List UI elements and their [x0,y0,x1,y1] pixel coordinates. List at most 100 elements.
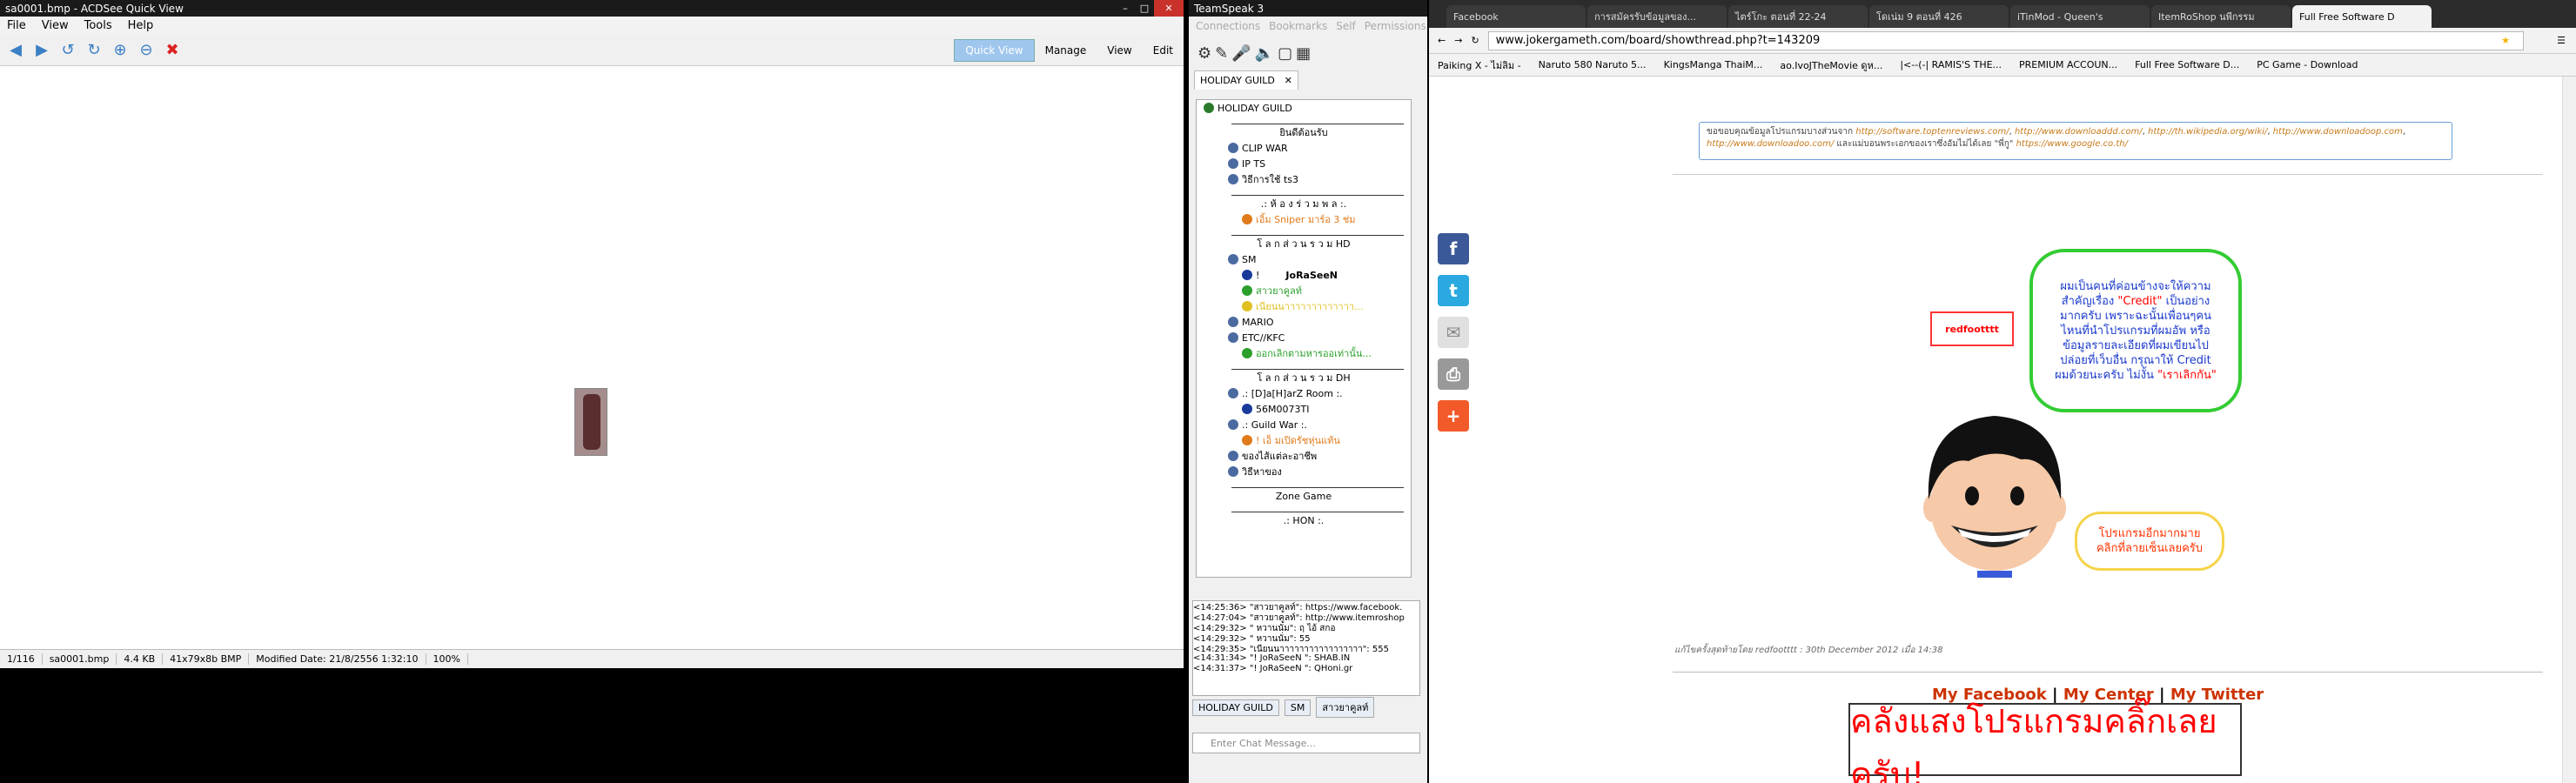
bookmark-item[interactable]: |<--(-| RAMIS'S THE... [1900,59,2002,70]
tree-item[interactable]: .: [D]a[H]arZ Room :. [1197,385,1411,401]
tree-item[interactable]: Zone Game [1197,488,1411,504]
mute-mic-icon[interactable]: 🎤 [1231,44,1251,63]
tree-item[interactable]: CLIP WAR [1197,140,1411,156]
image-viewport[interactable] [0,66,1184,649]
delete-icon[interactable]: ✖ [162,40,183,61]
bookmark-item[interactable]: Paiking X - ไม่ลิม - [1438,57,1521,73]
tab-youtube-3[interactable]: โดเน่ม 9 ตอนที่ 426 [1869,5,2009,28]
forward-icon[interactable]: → [1454,35,1462,46]
tree-item[interactable]: วิธีหาของ [1197,464,1411,479]
bookmark-item[interactable]: ao.IvoJTheMovie ดูห... [1780,57,1882,73]
rotate-right-icon[interactable]: ↻ [84,40,104,61]
print-icon[interactable]: ⎙ [1438,358,1469,390]
chat-tab-server[interactable]: HOLIDAY GUILD [1192,699,1279,716]
mute-speaker-icon[interactable]: 🔈 [1255,44,1274,63]
tree-item[interactable]: เนียนนาาาาาาาาาาาาา... [1197,298,1411,314]
menu-view[interactable]: View [42,19,69,32]
teamspeak-titlebar[interactable]: TeamSpeak 3 [1189,0,1427,17]
channel-tree[interactable]: HOLIDAY GUILD ยินดีต้อนรับ CLIP WAR IP TS วิ… [1196,99,1412,578]
tree-item[interactable]: ETC//KFC [1197,330,1411,345]
tree-item[interactable]: ! JoRaSeeN [1197,267,1411,283]
contacts-icon[interactable]: ▢ [1278,44,1292,63]
zoom-out-icon[interactable]: ⊖ [136,40,157,61]
menu-connections[interactable]: Connections [1196,20,1260,32]
notice-link[interactable]: http://software.toptenreviews.com/ [1855,127,2009,137]
chat-tab-channel[interactable]: SM [1284,699,1311,716]
bookmark-item[interactable]: Full Free Software D... [2135,59,2239,70]
username-box[interactable]: redfootttt [1930,311,2014,346]
tree-item[interactable]: IP TS [1197,156,1411,171]
page-scrollbar[interactable] [2562,77,2576,783]
mode-manage[interactable]: Manage [1035,39,1097,62]
forward-icon[interactable]: ▶ [31,40,52,61]
menu-self[interactable]: Self [1336,20,1356,32]
back-icon[interactable]: ◀ [5,40,26,61]
tab-full-free-software[interactable]: Full Free Software D [2292,5,2432,28]
tree-item[interactable]: โ ล ก ส่ ว น ร ว ม DH [1197,370,1411,385]
mode-quick-view[interactable]: Quick View [954,38,1035,62]
chat-tab-private[interactable]: สาวยาคูลท์ [1316,697,1375,718]
tree-item[interactable]: .: Guild War :. [1197,417,1411,432]
bookmark-item[interactable]: KingsManga ThaiM... [1664,59,1763,70]
back-icon[interactable]: ← [1438,35,1446,46]
bookmark-item[interactable]: PREMIUM ACCOUN... [2019,59,2117,70]
acdsee-titlebar[interactable]: sa0001.bmp - ACDSee Quick View – □ ✕ [0,0,1184,17]
tree-item[interactable]: ของไส้แต่ละอาชีพ [1197,448,1411,464]
zoom-in-icon[interactable]: ⊕ [110,40,131,61]
email-share-icon[interactable]: ✉ [1438,317,1469,348]
star-icon[interactable]: ★ [2501,35,2510,46]
settings-icon[interactable]: ▦ [1296,44,1311,63]
tree-item[interactable]: โ ล ก ส่ ว น ร ว ม HD [1197,236,1411,251]
notice-link[interactable]: https://www.google.co.th/ [2016,139,2128,149]
tree-item[interactable]: MARIO [1197,314,1411,330]
tree-item[interactable]: ! เอ็ มเปิดรัชหุ่นแท้น [1197,432,1411,448]
more-share-icon[interactable]: + [1438,400,1469,432]
menu-file[interactable]: File [7,19,26,32]
bookmark-item[interactable]: Naruto 580 Naruto 5... [1539,59,1647,70]
user-status-icon [1242,301,1252,311]
facebook-share-icon[interactable]: f [1438,233,1469,264]
tree-item[interactable]: SM [1197,251,1411,267]
tree-item[interactable]: สาวยาคูลท์ [1197,283,1411,298]
menu-icon[interactable]: ☰ [2557,35,2566,46]
tab-itinmod[interactable]: iTinMod - Queen's [2010,5,2150,28]
menu-tools[interactable]: Tools [84,19,112,32]
reload-icon[interactable]: ↻ [1471,35,1479,46]
notice-link[interactable]: http://www.downloaddd.com/ [2015,127,2143,137]
chat-input[interactable]: Enter Chat Message... [1192,733,1420,753]
close-icon[interactable]: ✕ [1154,0,1184,17]
tree-item-label: เนียนนาาาาาาาาาาาาา... [1256,301,1364,312]
tab-itemroshop[interactable]: ItemRoShop นพีกรรม [2151,5,2291,28]
bookmark-item[interactable]: PC Game - Download [2257,59,2358,70]
notice-link[interactable]: http://th.wikipedia.org/wiki/ [2148,127,2267,137]
tab-youtube-2[interactable]: ไตร์โกะ ตอนที่ 22-24 [1728,5,1868,28]
server-tab[interactable]: HOLIDAY GUILD ✕ [1194,70,1298,90]
tree-item[interactable]: วิธีการใช้ ts3 [1197,171,1411,187]
away-icon[interactable]: ✎ [1215,44,1228,63]
tree-item[interactable]: ออกเลิกตามหารออเท่านั้น... [1197,345,1411,361]
tab-youtube-1[interactable]: การสมัครรับข้อมูลของ... [1587,5,1727,28]
tree-item[interactable]: .: HON :. [1197,512,1411,528]
tree-item[interactable]: .: ห้ อ ง ร่ ว ม พ ล :. [1197,196,1411,211]
menu-help[interactable]: Help [128,19,154,32]
twitter-share-icon[interactable]: t [1438,275,1469,306]
notice-link[interactable]: http://www.downloadoo.com/ [1707,139,1834,149]
rotate-left-icon[interactable]: ↺ [57,40,78,61]
menu-bookmarks[interactable]: Bookmarks [1269,20,1327,32]
tree-item[interactable]: HOLIDAY GUILD [1197,100,1411,116]
menu-permissions[interactable]: Permissions [1365,20,1426,32]
close-tab-icon[interactable]: ✕ [1285,75,1292,86]
notice-link[interactable]: http://www.downloadoop.com [2273,127,2403,137]
tree-item[interactable]: 56M0073TI [1197,401,1411,417]
maximize-icon[interactable]: □ [1135,0,1154,17]
tree-item[interactable]: เอิ้ม Sniper มาร์อ 3 ช่ม [1197,211,1411,227]
minimize-icon[interactable]: – [1116,0,1135,17]
url-input[interactable]: www.jokergameth.com/board/showthread.php… [1487,30,2524,50]
notice-text: ขอขอบคุณข้อมูลโปรแกรมบางส่วนจาก [1707,127,1854,137]
tab-facebook[interactable]: Facebook [1446,5,1586,28]
connect-icon[interactable]: ⚙ [1197,44,1211,63]
signature-banner[interactable]: คลังแสงโปรแกรมคลิ๊กเลยครับ! [1848,702,2242,783]
mode-edit[interactable]: Edit [1143,39,1184,62]
mode-view[interactable]: View [1097,39,1142,62]
tree-item[interactable]: ยินดีต้อนรับ [1197,124,1411,140]
